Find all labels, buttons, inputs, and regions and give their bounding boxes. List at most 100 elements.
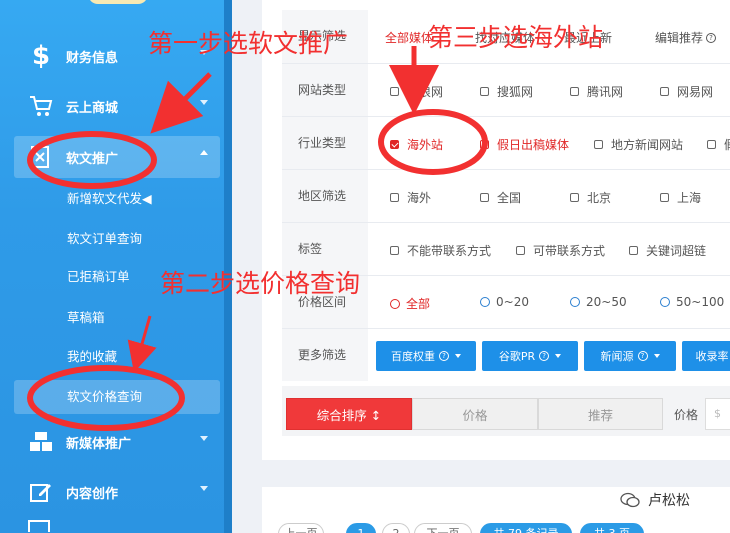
sidebar-sub-new-article[interactable]: 新增软文代发◀ <box>14 182 220 216</box>
tab-all-media[interactable]: 全部媒体 <box>385 29 433 46</box>
option-sohu[interactable]: 搜狐网 <box>480 83 533 100</box>
filter-label: 行业类型 <box>282 117 368 169</box>
caret-down-icon <box>555 354 562 358</box>
option-no-contact[interactable]: 不能带联系方式 <box>390 242 491 259</box>
index-rate-dropdown[interactable]: 收录率 <box>682 341 730 371</box>
watermark-text: 卢松松 <box>648 493 690 509</box>
cubes-icon <box>26 427 56 457</box>
option-label: 假 <box>724 136 730 153</box>
option-price-50-100[interactable]: 50~100 <box>660 295 724 309</box>
button-label: 收录率 <box>695 350 729 363</box>
sidebar-item-label: 内容创作 <box>66 486 119 502</box>
help-icon: ? <box>439 351 449 361</box>
filter-label: 更多筛选 <box>282 329 368 381</box>
checkbox[interactable] <box>660 87 669 96</box>
baidu-weight-dropdown[interactable]: 百度权重? <box>376 341 476 371</box>
sidebar-item-softarticle[interactable]: 软文推广 <box>14 136 220 178</box>
button-label: 新闻源 <box>600 350 634 363</box>
option-label: 海外 <box>407 191 432 205</box>
option-overseas[interactable]: 海外 <box>390 189 431 206</box>
checkbox[interactable] <box>570 193 579 202</box>
chevron-down-icon <box>200 486 208 491</box>
sidebar-item-label: 新媒体推广 <box>66 436 132 452</box>
checkbox[interactable] <box>707 140 716 149</box>
sidebar-item-content[interactable]: 内容创作 <box>14 472 220 512</box>
option-label: 上海 <box>677 191 702 205</box>
sidebar-item-newmedia[interactable]: 新媒体推广 <box>14 422 220 462</box>
sort-comprehensive-button[interactable]: 综合排序 ↕ <box>286 398 412 430</box>
caret-down-icon <box>455 354 461 358</box>
option-cut-off[interactable]: 假 <box>707 136 730 153</box>
option-nationwide[interactable]: 全国 <box>480 189 521 206</box>
total-pages-badge: 共 3 页 <box>580 523 644 533</box>
checkbox[interactable] <box>629 246 638 255</box>
option-beijing[interactable]: 北京 <box>570 189 611 206</box>
sidebar-sub-order-query[interactable]: 软文订单查询 <box>14 222 220 256</box>
wechat-icon <box>620 492 640 508</box>
checkbox[interactable] <box>390 87 399 96</box>
page-1-button[interactable]: 1 <box>346 523 376 533</box>
sort-price-button[interactable]: 价格 <box>412 398 538 430</box>
wechat-watermark: 卢松松 <box>620 490 690 510</box>
checkbox[interactable] <box>480 140 489 149</box>
news-source-dropdown[interactable]: 新闻源? <box>584 341 676 371</box>
checkbox[interactable] <box>516 246 525 255</box>
filter-panel: 显示筛选 全部媒体 找对应媒体 最近上新 编辑推荐 ? 网站类型 新浪网 搜狐网… <box>262 0 730 460</box>
radio[interactable] <box>480 297 490 307</box>
checkbox[interactable] <box>594 140 603 149</box>
chevron-up-icon <box>200 150 208 155</box>
help-icon: ? <box>637 351 648 361</box>
option-shanghai[interactable]: 上海 <box>660 189 701 206</box>
option-holiday-media[interactable]: 假日出稿媒体 <box>480 136 569 153</box>
option-label: 20~50 <box>586 295 627 309</box>
radio[interactable] <box>660 297 670 307</box>
sidebar-sub-favorites[interactable]: 我的收藏 <box>14 340 220 374</box>
checkbox[interactable] <box>480 87 489 96</box>
chevron-down-icon <box>200 100 208 105</box>
radio-selected[interactable] <box>390 298 400 309</box>
sidebar-item-shop[interactable]: 云上商城 <box>14 86 220 126</box>
help-icon: ? <box>706 32 717 43</box>
sort-recommend-button[interactable]: 推荐 <box>538 398 663 430</box>
checkbox[interactable] <box>570 87 579 96</box>
sidebar-sub-price-query[interactable]: 软文价格查询 <box>14 380 220 414</box>
page-2-button[interactable]: 2 <box>382 523 410 533</box>
option-keyword-link[interactable]: 关键词超链 <box>629 242 706 259</box>
option-with-contact[interactable]: 可带联系方式 <box>516 242 605 259</box>
price-min-input[interactable]: $ <box>705 398 730 430</box>
option-netease[interactable]: 网易网 <box>660 83 713 100</box>
google-pr-dropdown[interactable]: 谷歌PR? <box>482 341 578 371</box>
price-filter-label: 价格 <box>674 408 699 422</box>
dollar-icon: $ <box>31 41 51 71</box>
option-tencent[interactable]: 腾讯网 <box>570 83 623 100</box>
option-label: 全部 <box>406 297 431 311</box>
sidebar-item-label: 财务信息 <box>66 50 119 66</box>
filter-row-industry: 行业类型 海外站 假日出稿媒体 地方新闻网站 假 <box>282 116 730 169</box>
option-price-all[interactable]: 全部 <box>390 295 430 312</box>
option-label: 北京 <box>587 191 612 205</box>
option-local-news[interactable]: 地方新闻网站 <box>594 136 683 153</box>
option-price-0-20[interactable]: 0~20 <box>480 295 529 309</box>
next-page-button[interactable]: 下一页 <box>414 523 472 533</box>
annotation-step3: 第三步选海外站 <box>428 23 604 52</box>
tab-editor-pick[interactable]: 编辑推荐 ? <box>655 29 717 46</box>
sidebar-sub-drafts[interactable]: 草稿箱 <box>14 301 220 335</box>
checkbox[interactable] <box>390 193 399 202</box>
checkbox[interactable] <box>660 193 669 202</box>
option-overseas-site[interactable]: 海外站 <box>390 136 443 153</box>
option-sina[interactable]: 新浪网 <box>390 83 443 100</box>
radio[interactable] <box>570 297 580 307</box>
document-x-icon <box>26 142 56 172</box>
checkbox-checked[interactable] <box>390 140 399 149</box>
filter-row-site-type: 网站类型 新浪网 搜狐网 腾讯网 网易网 <box>282 63 730 116</box>
prev-page-button[interactable]: 上一页 <box>278 523 324 533</box>
checkbox[interactable] <box>390 246 399 255</box>
chevron-down-icon <box>200 436 208 441</box>
checkbox[interactable] <box>480 193 489 202</box>
option-label: 假日出稿媒体 <box>497 138 570 152</box>
option-price-20-50[interactable]: 20~50 <box>570 295 627 309</box>
help-icon: ? <box>539 351 550 361</box>
option-label: 网易网 <box>677 85 714 99</box>
option-label: 50~100 <box>676 295 725 309</box>
option-label: 腾讯网 <box>587 85 624 99</box>
